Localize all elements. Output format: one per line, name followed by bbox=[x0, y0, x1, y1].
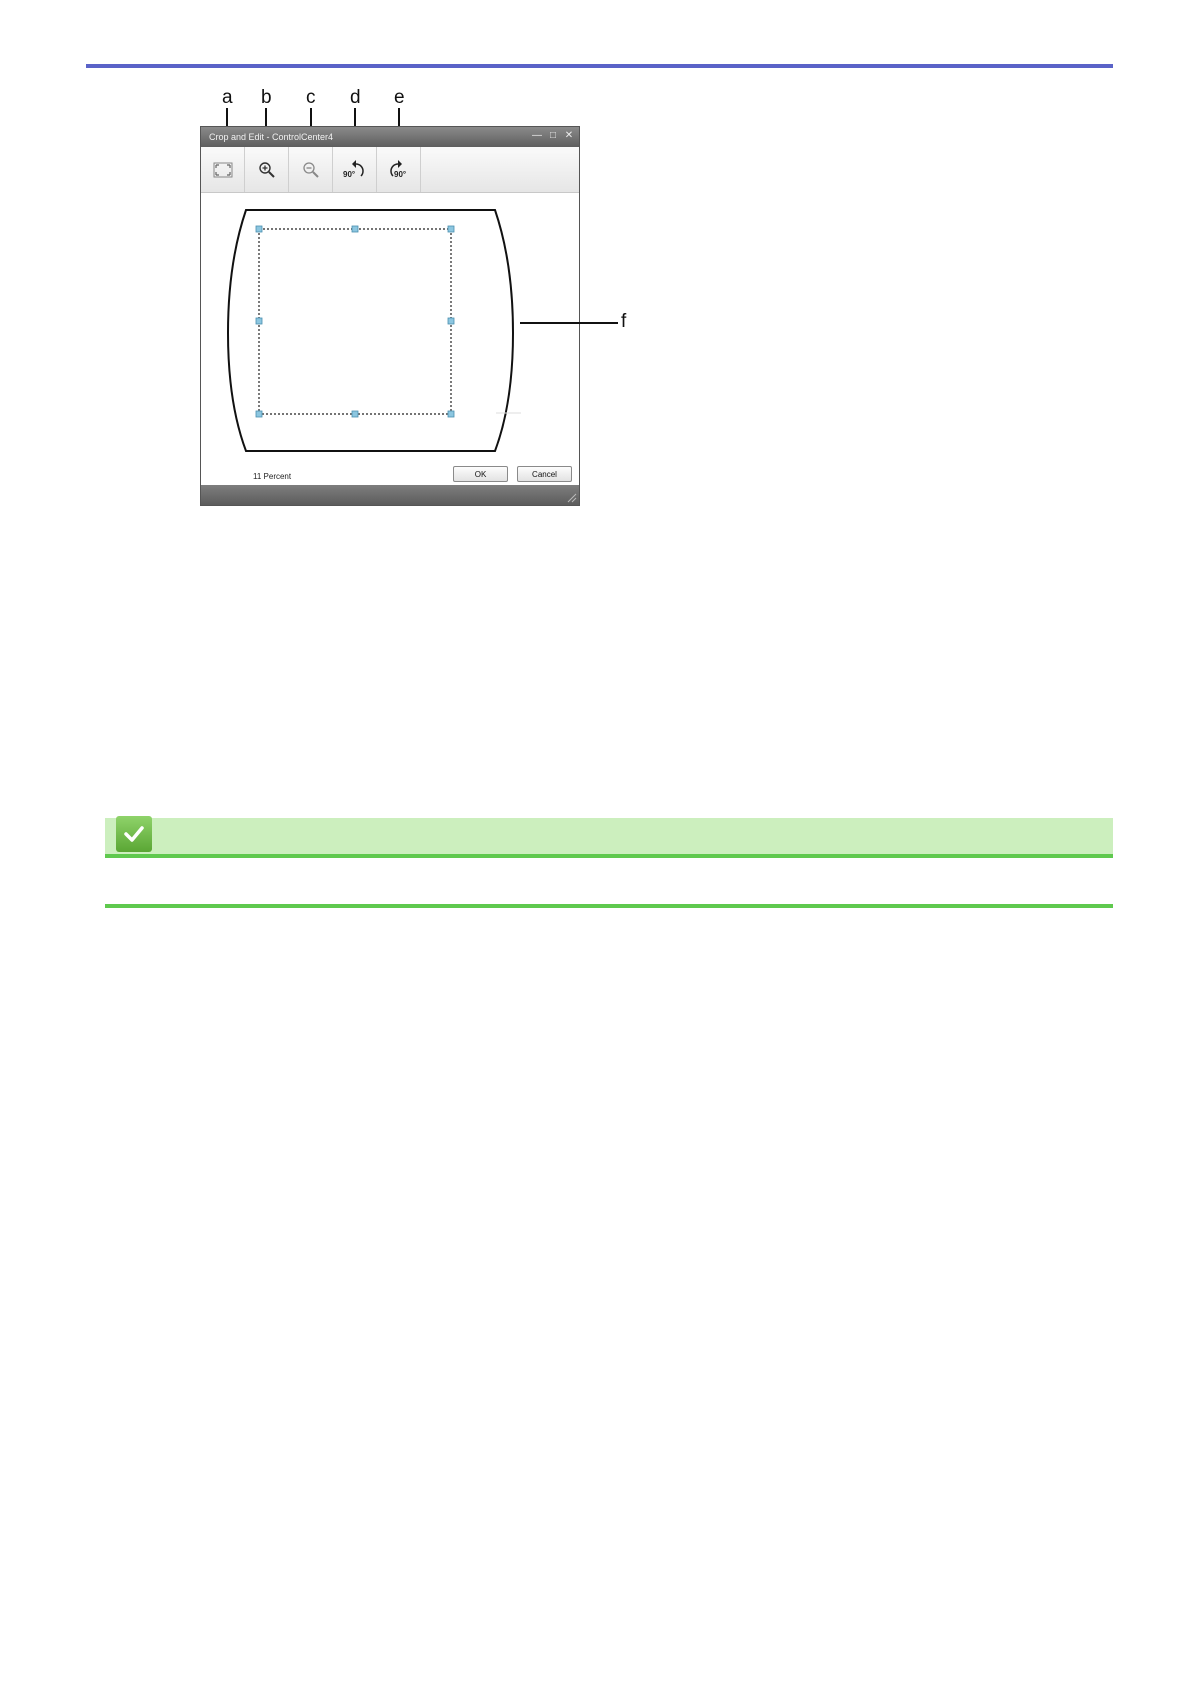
crop-handle-top-right[interactable] bbox=[447, 225, 455, 233]
crop-and-edit-window: Crop and Edit - ControlCenter4 — □ ✕ 90°… bbox=[200, 126, 580, 506]
crop-handle-bottom-right[interactable] bbox=[447, 410, 455, 418]
crop-handle-middle-right[interactable] bbox=[447, 317, 455, 325]
checkmark-badge bbox=[116, 816, 152, 852]
crop-handle-bottom-middle[interactable] bbox=[351, 410, 359, 418]
zoom-out-button[interactable] bbox=[289, 147, 333, 192]
zoom-in-icon bbox=[258, 161, 275, 178]
checkmark-icon bbox=[124, 826, 144, 842]
top-rule bbox=[86, 64, 1113, 68]
rotate-left-button[interactable]: 90° bbox=[333, 147, 377, 192]
close-icon[interactable]: ✕ bbox=[563, 130, 575, 142]
window-status-bar bbox=[201, 485, 579, 505]
callout-c: c bbox=[306, 87, 316, 108]
cancel-button[interactable]: Cancel bbox=[517, 466, 572, 482]
minimize-icon[interactable]: — bbox=[531, 130, 543, 142]
resize-grip-icon[interactable] bbox=[565, 491, 577, 503]
rotate-left-label: 90° bbox=[343, 170, 355, 179]
rotate-right-label: 90° bbox=[394, 170, 406, 179]
fit-to-window-icon bbox=[213, 162, 232, 177]
toolbar: 90° 90° bbox=[201, 147, 579, 193]
zoom-in-button[interactable] bbox=[245, 147, 289, 192]
callout-f: f bbox=[621, 311, 627, 332]
callout-d: d bbox=[350, 87, 361, 108]
callout-e: e bbox=[394, 87, 405, 108]
related-info-rule-top bbox=[105, 854, 1113, 858]
rotate-left-icon: 90° bbox=[343, 159, 364, 179]
related-info-rule-bottom bbox=[105, 904, 1113, 908]
callout-f-line bbox=[520, 322, 618, 324]
callout-b: b bbox=[261, 87, 272, 108]
rotate-right-icon: 90° bbox=[389, 159, 406, 179]
crop-handle-middle-left[interactable] bbox=[255, 317, 263, 325]
zoom-percent-text: 11 Percent bbox=[253, 472, 292, 481]
crop-frame[interactable] bbox=[258, 228, 452, 415]
crop-handle-top-middle[interactable] bbox=[351, 225, 359, 233]
window-title: Crop and Edit - ControlCenter4 bbox=[209, 132, 334, 142]
preview-canvas[interactable] bbox=[201, 193, 579, 483]
crop-handle-bottom-left[interactable] bbox=[255, 410, 263, 418]
related-info-bar bbox=[105, 818, 1113, 854]
zoom-out-icon bbox=[302, 161, 319, 178]
title-bar[interactable]: Crop and Edit - ControlCenter4 — □ ✕ bbox=[201, 127, 579, 147]
maximize-icon[interactable]: □ bbox=[547, 130, 559, 142]
fit-to-window-button[interactable] bbox=[201, 147, 245, 192]
callout-a: a bbox=[222, 87, 233, 108]
ok-button[interactable]: OK bbox=[453, 466, 508, 482]
document-outline bbox=[226, 209, 515, 452]
rotate-right-button[interactable]: 90° bbox=[377, 147, 421, 192]
crop-handle-top-left[interactable] bbox=[255, 225, 263, 233]
